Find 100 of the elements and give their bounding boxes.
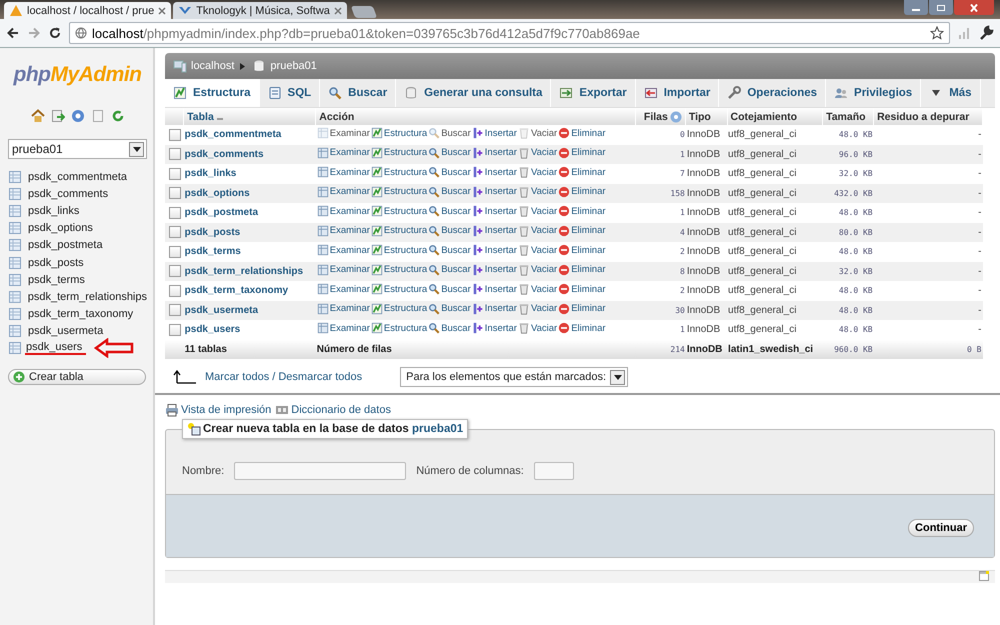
home-icon[interactable]	[30, 109, 44, 123]
new-tab-button[interactable]	[350, 6, 378, 18]
action-link[interactable]: Vaciar	[518, 146, 558, 159]
action-link[interactable]: Eliminar	[558, 244, 606, 256]
table-link[interactable]: psdk_postmeta	[28, 239, 103, 252]
action-link[interactable]: Eliminar	[558, 283, 606, 296]
tab[interactable]: Importar	[636, 79, 720, 107]
close-icon[interactable]	[334, 6, 342, 14]
maximize-button[interactable]	[929, 0, 953, 15]
row-checkbox[interactable]	[169, 246, 181, 258]
tab[interactable]: Estructura	[165, 79, 260, 107]
action-link[interactable]: Buscar	[428, 322, 471, 334]
action-link[interactable]: Examinar	[316, 302, 370, 315]
action-link[interactable]: Estructura	[370, 186, 428, 198]
document-icon[interactable]	[90, 109, 104, 123]
reload-icon[interactable]	[48, 26, 62, 40]
action-link[interactable]: Insertar	[472, 244, 517, 256]
row-checkbox[interactable]	[169, 304, 181, 316]
row-checkbox[interactable]	[169, 128, 181, 141]
action-link[interactable]: Estructura	[370, 302, 428, 315]
table-link[interactable]: psdk_usermeta	[28, 325, 104, 338]
row-checkbox[interactable]	[169, 324, 181, 336]
action-link[interactable]: Insertar	[472, 224, 517, 237]
action-link[interactable]: Estructura	[370, 127, 428, 140]
logo[interactable]: phpMyAdmin	[14, 63, 142, 87]
action-link[interactable]: Buscar	[428, 186, 471, 198]
action-link[interactable]: Insertar	[472, 302, 517, 315]
action-link[interactable]: Examinar	[316, 205, 370, 218]
row-checkbox[interactable]	[169, 226, 181, 238]
row-checkbox[interactable]	[169, 148, 181, 160]
row-checkbox[interactable]	[169, 206, 181, 219]
table-link[interactable]: psdk_terms	[184, 246, 241, 258]
tab[interactable]: Operaciones	[719, 79, 826, 107]
action-link[interactable]: Buscar	[428, 264, 471, 276]
table-link[interactable]: psdk_term_relationships	[28, 290, 147, 303]
action-link[interactable]: Vaciar	[518, 302, 558, 315]
action-link[interactable]: Vaciar	[518, 166, 558, 178]
action-link[interactable]: Buscar	[428, 146, 471, 159]
minimize-button[interactable]	[904, 0, 928, 15]
action-link[interactable]: Insertar	[472, 283, 517, 296]
columns-field[interactable]	[534, 462, 574, 480]
action-link[interactable]: Vaciar	[518, 244, 558, 256]
link[interactable]: Vista de impresión	[165, 403, 272, 417]
action-link[interactable]: Examinar	[316, 322, 370, 334]
table-link[interactable]: psdk_users	[25, 341, 86, 356]
table-link[interactable]: psdk_users	[184, 324, 240, 336]
action-link[interactable]: Eliminar	[558, 322, 606, 334]
action-link[interactable]: Insertar	[472, 205, 517, 218]
wrench-icon[interactable]	[978, 25, 994, 41]
action-link[interactable]: Estructura	[370, 146, 428, 159]
action-link[interactable]: Estructura	[370, 166, 428, 178]
action-link[interactable]: Vaciar	[518, 205, 558, 218]
action-link[interactable]: Examinar	[316, 166, 370, 178]
action-link[interactable]: Eliminar	[558, 224, 606, 237]
action-link[interactable]: Eliminar	[558, 166, 606, 178]
browser-tab[interactable]: localhost / localhost / prue	[4, 2, 172, 19]
tab[interactable]: Privilegios	[826, 79, 922, 107]
action-link[interactable]: Examinar	[316, 224, 370, 237]
close-window-button[interactable]	[954, 0, 994, 15]
table-link[interactable]: psdk_commentmeta	[184, 129, 282, 140]
action-link[interactable]: Buscar	[428, 244, 471, 256]
action-link[interactable]: Buscar	[428, 166, 471, 178]
row-checkbox[interactable]	[169, 284, 181, 297]
action-link[interactable]: Eliminar	[558, 146, 606, 159]
action-link[interactable]: Buscar	[428, 224, 471, 237]
tab[interactable]: Más	[921, 79, 981, 107]
action-link[interactable]: Eliminar	[558, 127, 606, 140]
table-link[interactable]: psdk_postmeta	[184, 207, 258, 218]
row-checkbox[interactable]	[169, 265, 181, 278]
row-checkbox[interactable]	[169, 168, 181, 180]
action-link[interactable]: Estructura	[370, 205, 428, 218]
action-link[interactable]: Insertar	[472, 146, 517, 159]
action-link[interactable]: Examinar	[316, 146, 370, 159]
exit-icon[interactable]	[50, 109, 64, 123]
action-link[interactable]: Buscar	[428, 302, 471, 315]
tab[interactable]: Generar una consulta	[396, 79, 552, 107]
action-link[interactable]: Examinar	[316, 244, 370, 256]
action-link[interactable]: Insertar	[472, 186, 517, 198]
action-link[interactable]: Examinar	[316, 186, 370, 198]
action-link[interactable]: Buscar	[428, 283, 471, 296]
action-link[interactable]: Insertar	[472, 264, 517, 276]
action-link[interactable]: Estructura	[370, 322, 428, 334]
action-link[interactable]: Vaciar	[518, 264, 558, 276]
table-link[interactable]: psdk_options	[28, 222, 93, 234]
table-link[interactable]: psdk_links	[28, 204, 80, 217]
tab[interactable]: Exportar	[551, 79, 636, 107]
row-checkbox[interactable]	[169, 187, 181, 200]
action-link[interactable]: Vaciar	[518, 283, 558, 296]
table-link[interactable]: psdk_posts	[28, 256, 84, 269]
note-icon[interactable]	[979, 571, 989, 581]
name-field[interactable]	[234, 462, 406, 480]
link[interactable]: Diccionario de datos	[275, 403, 391, 417]
table-link[interactable]: psdk_terms	[28, 274, 85, 286]
action-link[interactable]: Eliminar	[558, 302, 606, 315]
column-header[interactable]: Tabla	[187, 110, 214, 122]
action-link[interactable]: Estructura	[370, 283, 428, 296]
table-link[interactable]: psdk_term_taxonomy	[28, 308, 134, 320]
action-link[interactable]: Estructura	[370, 224, 428, 237]
table-link[interactable]: psdk_commentmeta	[28, 170, 128, 183]
tab[interactable]: Buscar	[320, 79, 396, 107]
